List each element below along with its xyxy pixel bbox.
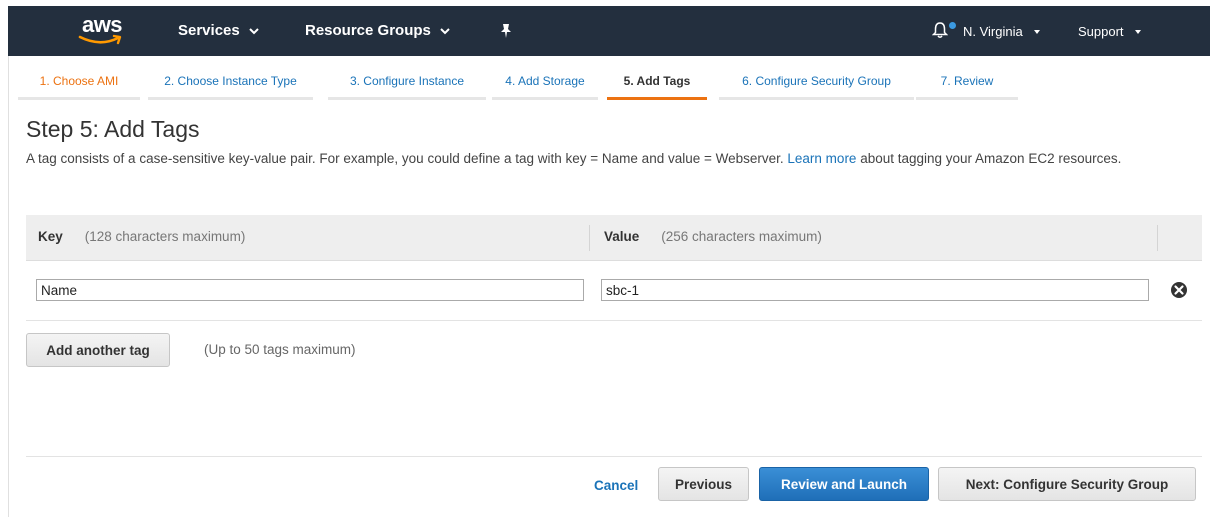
tab-add-storage[interactable]: 4. Add Storage bbox=[492, 68, 598, 100]
page-description: A tag consists of a case-sensitive key-v… bbox=[26, 148, 1196, 170]
key-column-header: Key (128 characters maximum) bbox=[38, 229, 245, 244]
support-menu[interactable]: Support bbox=[1078, 24, 1144, 39]
key-header-hint: (128 characters maximum) bbox=[84, 229, 246, 244]
notification-dot bbox=[949, 22, 956, 29]
add-tag-limit-hint: (Up to 50 tags maximum) bbox=[204, 342, 356, 357]
page-title: Step 5: Add Tags bbox=[26, 116, 200, 142]
services-menu[interactable]: Services bbox=[178, 22, 260, 39]
learn-more-link[interactable]: Learn more bbox=[787, 151, 856, 166]
region-menu[interactable]: N. Virginia bbox=[963, 24, 1043, 39]
footer-divider bbox=[26, 456, 1202, 457]
column-divider bbox=[1157, 225, 1158, 251]
remove-circle-icon[interactable] bbox=[1170, 281, 1188, 299]
description-text-end: about tagging your Amazon EC2 resources. bbox=[856, 151, 1122, 166]
previous-button[interactable]: Previous bbox=[658, 467, 749, 501]
chevron-down-icon bbox=[440, 27, 450, 34]
tab-add-tags[interactable]: 5. Add Tags bbox=[607, 68, 707, 100]
caret-down-icon bbox=[1033, 29, 1040, 34]
tab-choose-instance-type[interactable]: 2. Choose Instance Type bbox=[148, 68, 313, 100]
bell-icon[interactable] bbox=[932, 21, 948, 39]
aws-smile-icon bbox=[78, 34, 122, 45]
aws-logo[interactable]: aws bbox=[74, 12, 130, 48]
caret-down-icon bbox=[1134, 29, 1141, 34]
key-header-label: Key bbox=[38, 229, 63, 244]
pin-icon[interactable] bbox=[499, 23, 513, 39]
value-column-header: Value (256 characters maximum) bbox=[604, 229, 822, 244]
table-row bbox=[26, 262, 1202, 321]
tab-configure-instance[interactable]: 3. Configure Instance bbox=[328, 68, 486, 100]
description-text: A tag consists of a case-sensitive key-v… bbox=[26, 151, 788, 166]
support-menu-label: Support bbox=[1078, 24, 1124, 39]
services-menu-label: Services bbox=[178, 22, 240, 39]
resource-groups-menu-label: Resource Groups bbox=[305, 22, 431, 39]
review-and-launch-button[interactable]: Review and Launch bbox=[759, 467, 929, 501]
cancel-link[interactable]: Cancel bbox=[594, 478, 638, 493]
tab-choose-ami[interactable]: 1. Choose AMI bbox=[18, 68, 140, 100]
tab-configure-security-group[interactable]: 6. Configure Security Group bbox=[719, 68, 914, 100]
chevron-down-icon bbox=[249, 27, 259, 34]
top-navigation-bar: aws Services Resource Groups N. Virginia… bbox=[8, 6, 1210, 56]
tags-table-header: Key (128 characters maximum) Value (256 ch… bbox=[26, 215, 1202, 261]
tag-key-input[interactable] bbox=[36, 279, 584, 301]
next-configure-security-group-button[interactable]: Next: Configure Security Group bbox=[938, 467, 1196, 501]
tab-review[interactable]: 7. Review bbox=[916, 68, 1018, 100]
resource-groups-menu[interactable]: Resource Groups bbox=[305, 22, 451, 39]
tag-value-input[interactable] bbox=[601, 279, 1149, 301]
value-header-hint: (256 characters maximum) bbox=[661, 229, 822, 244]
region-menu-label: N. Virginia bbox=[963, 24, 1023, 39]
content-left-border bbox=[8, 56, 9, 517]
column-divider bbox=[589, 225, 590, 251]
value-header-label: Value bbox=[604, 229, 640, 244]
add-another-tag-button[interactable]: Add another tag bbox=[26, 333, 170, 367]
